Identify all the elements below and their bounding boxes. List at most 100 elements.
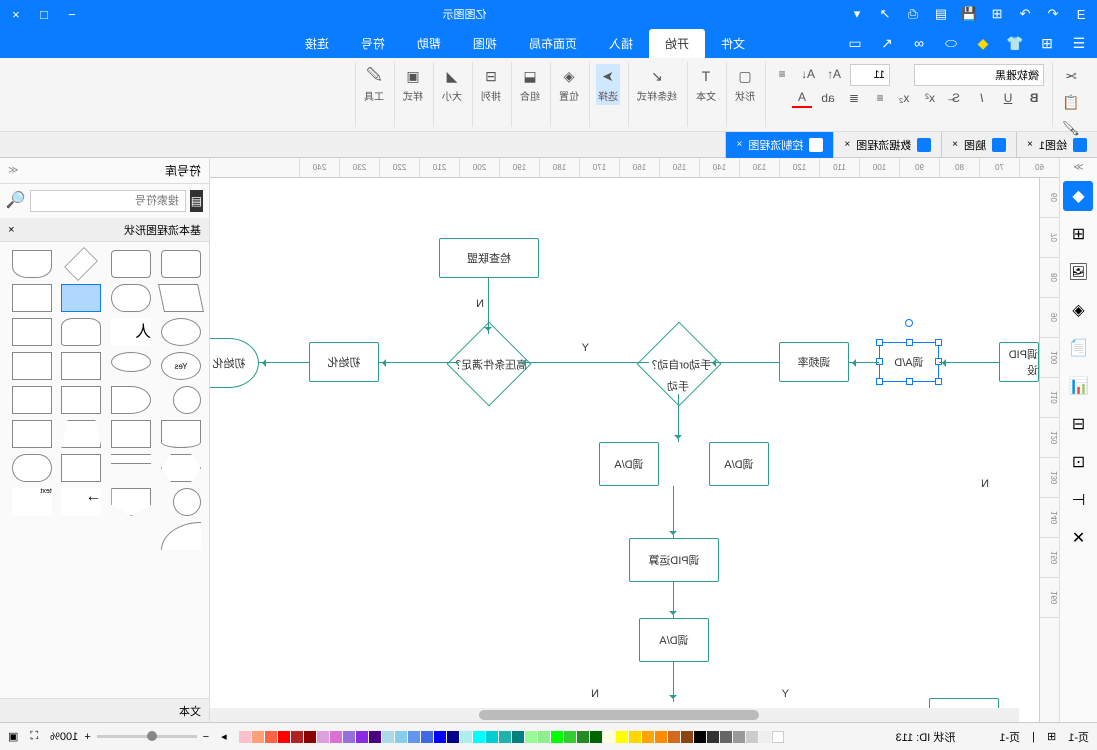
diamond-icon[interactable]: ◆ [973,33,993,53]
tab-file[interactable]: 文件 [705,29,761,58]
print-icon[interactable]: ⎙ [905,6,921,22]
page-select[interactable]: 页-1 [1068,729,1089,745]
shape-item[interactable] [158,284,204,312]
shape-item[interactable] [12,318,52,346]
shape-item[interactable] [161,318,201,346]
bold-button[interactable]: B [1024,88,1044,108]
shape-item[interactable] [12,420,52,448]
close-icon[interactable]: × [1027,139,1033,150]
shape-button[interactable]: ▢形状 [733,64,757,105]
layer-button[interactable]: ◈位置 [557,64,581,105]
zoom-slider[interactable] [97,735,197,738]
shape-item[interactable] [111,454,151,464]
combine-button[interactable]: ⬓组合 [518,64,542,105]
close-icon[interactable]: × [737,139,743,150]
shape-ad-selected[interactable]: 调A/D [879,342,939,382]
shape-item[interactable]: Yes [161,352,201,380]
export-icon[interactable]: ↗ [877,6,893,22]
tab-help[interactable]: 帮助 [401,29,457,58]
redo-icon[interactable]: ↷ [1017,6,1033,22]
shape-item[interactable] [12,284,52,312]
close-icon[interactable]: × [8,6,24,22]
shape-item[interactable] [62,454,102,482]
shapes-panel-button[interactable]: ◆ [1064,181,1094,211]
font-family-input[interactable] [914,64,1044,86]
fullscreen-button[interactable]: ▣ [8,730,18,743]
zoom-in-button[interactable]: + [84,731,90,743]
shape-item[interactable]: → [62,488,102,516]
shape-item[interactable] [62,352,102,380]
search-input[interactable] [30,190,186,212]
copy-button[interactable]: 📋 [1059,90,1083,114]
timeline-panel-button[interactable]: ⊢ [1064,485,1094,515]
line-button[interactable]: ↙线条样式 [635,64,679,105]
tab-view[interactable]: 视图 [457,29,513,58]
shape-init[interactable]: 初始化 [210,338,259,388]
list-button[interactable]: ≡ [870,88,890,108]
doctab-1[interactable]: 脑图× [941,132,1016,158]
shape-item[interactable] [111,284,151,312]
collapse-icon[interactable]: ≫ [1073,162,1083,173]
shape-item[interactable] [12,250,52,278]
image-panel-button[interactable]: 🖼 [1064,257,1094,287]
underline-button[interactable]: U [998,88,1018,108]
dropdown-icon[interactable]: ▾ [849,6,865,22]
grid-icon[interactable]: ⊞ [1037,33,1057,53]
shape-item[interactable] [62,420,102,448]
chart-panel-button[interactable]: 📊 [1064,371,1094,401]
cut-button[interactable]: ✂ [1059,64,1083,88]
shape-item[interactable] [12,454,52,482]
shape-item[interactable] [62,386,102,414]
fit-button[interactable]: ⛶ [30,730,38,743]
size-button[interactable]: ◢大小 [440,64,464,105]
shape-item[interactable] [62,318,102,346]
grid-panel-button[interactable]: ⊞ [1064,219,1094,249]
search-icon[interactable]: 🔍 [6,190,26,212]
shape-item[interactable] [111,386,151,414]
tab-insert[interactable]: 插入 [593,29,649,58]
palette-more-icon[interactable]: ▸ [221,730,227,743]
shape-check[interactable]: 检查联盟 [439,238,539,278]
view-icon[interactable]: ⊞ [1047,730,1056,743]
hamburger-icon[interactable]: ☰ [1069,33,1089,53]
link-icon[interactable]: ∞ [909,33,929,53]
cursor-icon[interactable]: ↖ [877,33,897,53]
shape-da2[interactable]: 调D/A [599,442,659,486]
collapse-icon[interactable]: ≪ [8,165,18,176]
highlight-button[interactable]: ab [818,88,838,108]
close-icon[interactable]: × [8,224,14,236]
close-icon[interactable]: × [952,139,958,150]
shape-item-selected[interactable] [62,284,102,312]
super-button[interactable]: x² [920,88,940,108]
sub-button[interactable]: x₂ [894,88,914,108]
style-button[interactable]: ▣样式 [401,64,425,105]
shape-item[interactable] [111,250,151,278]
font-size-input[interactable] [850,64,890,86]
doctab-3[interactable]: 控制流程图× [726,132,834,158]
shape-item[interactable]: text [12,488,52,516]
cloud-icon[interactable]: ⬭ [941,33,961,53]
tshirt-icon[interactable]: 👕 [1005,33,1025,53]
strike-button[interactable]: S̶ [946,88,966,108]
align2-button[interactable]: ⊟排列 [479,64,503,105]
indent-button[interactable]: ≡ [772,64,792,84]
color-palette[interactable] [239,731,784,743]
tools-button[interactable]: 🖉工具 [362,64,386,105]
shape-pid[interactable]: 调PID设 [999,342,1039,382]
shape-da3[interactable]: 调D/A [639,618,709,662]
new-icon[interactable]: ⊞ [989,6,1005,22]
shape-init2[interactable]: 初始化 [309,342,379,382]
font-dec-button[interactable]: A↓ [798,64,818,84]
align-button[interactable]: ≣ [844,88,864,108]
shape-item[interactable] [161,250,201,278]
minimize-icon[interactable]: − [64,6,80,22]
doctab-2[interactable]: 数据流程图× [833,132,941,158]
tab-layout[interactable]: 页面布局 [513,29,593,58]
shape-freq[interactable]: 调频率 [779,342,849,382]
canvas[interactable]: 初始化 初始化 检查联盟 高压条件满足？ 手动or自动？ 调频率 调A/D 调P… [210,178,1039,722]
tab-symbol[interactable]: 符号 [345,29,401,58]
italic-button[interactable]: I [972,88,992,108]
layers-panel-button[interactable]: ◈ [1064,295,1094,325]
shape-da1[interactable]: 调D/A [709,442,769,486]
close-icon[interactable]: × [844,139,850,150]
